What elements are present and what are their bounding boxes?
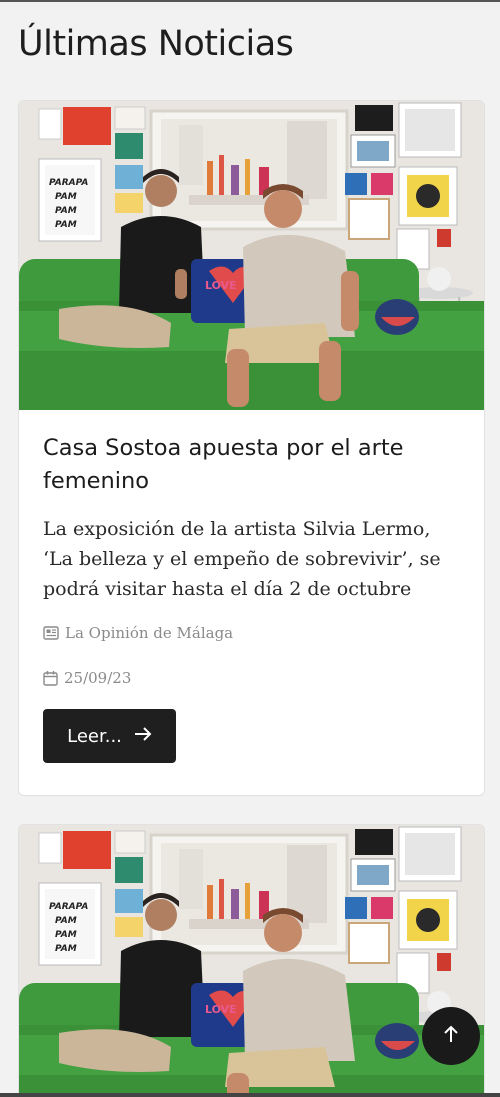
article-date: 25/09/23 xyxy=(43,669,460,687)
article-source: La Opinión de Málaga xyxy=(43,624,460,642)
calendar-icon xyxy=(43,670,58,686)
page-title: Últimas Noticias xyxy=(18,24,294,64)
top-border xyxy=(0,0,500,2)
read-more-label: Leer... xyxy=(67,725,122,747)
article-title[interactable]: Casa Sostoa apuesta por el arte femenino xyxy=(43,432,460,498)
news-card[interactable]: PARAPA PAM PAM PAM xyxy=(18,100,485,796)
poster-text: PARAPA xyxy=(49,178,88,188)
news-card[interactable]: PARAPA PAM PAM PAM xyxy=(18,824,485,1097)
poster-text: PAM xyxy=(55,220,77,230)
article-photo[interactable]: PARAPA PAM PAM PAM LOVE xyxy=(19,825,484,1097)
arrow-right-icon xyxy=(134,726,152,747)
poster-text: PAM xyxy=(55,206,77,216)
bottom-border xyxy=(0,1093,500,1097)
poster-text: PARAPA xyxy=(49,902,88,912)
poster-text: PAM xyxy=(55,944,77,954)
newspaper-icon xyxy=(43,625,59,641)
cushion-text: LOVE xyxy=(205,279,237,292)
poster-text: PAM xyxy=(55,916,77,926)
read-more-button[interactable]: Leer... xyxy=(43,709,176,763)
poster-text: PAM xyxy=(55,192,77,202)
article-summary: La exposición de la artista Silvia Lermo… xyxy=(43,518,441,600)
cushion-text: LOVE xyxy=(205,1003,237,1016)
article-photo[interactable]: PARAPA PAM PAM PAM LOVE xyxy=(19,101,484,410)
arrow-up-icon xyxy=(443,1025,459,1047)
source-name: La Opinión de Málaga xyxy=(65,624,234,642)
poster-text: PAM xyxy=(55,930,77,940)
scroll-to-top-button[interactable] xyxy=(422,1007,480,1065)
date-text: 25/09/23 xyxy=(64,669,132,687)
